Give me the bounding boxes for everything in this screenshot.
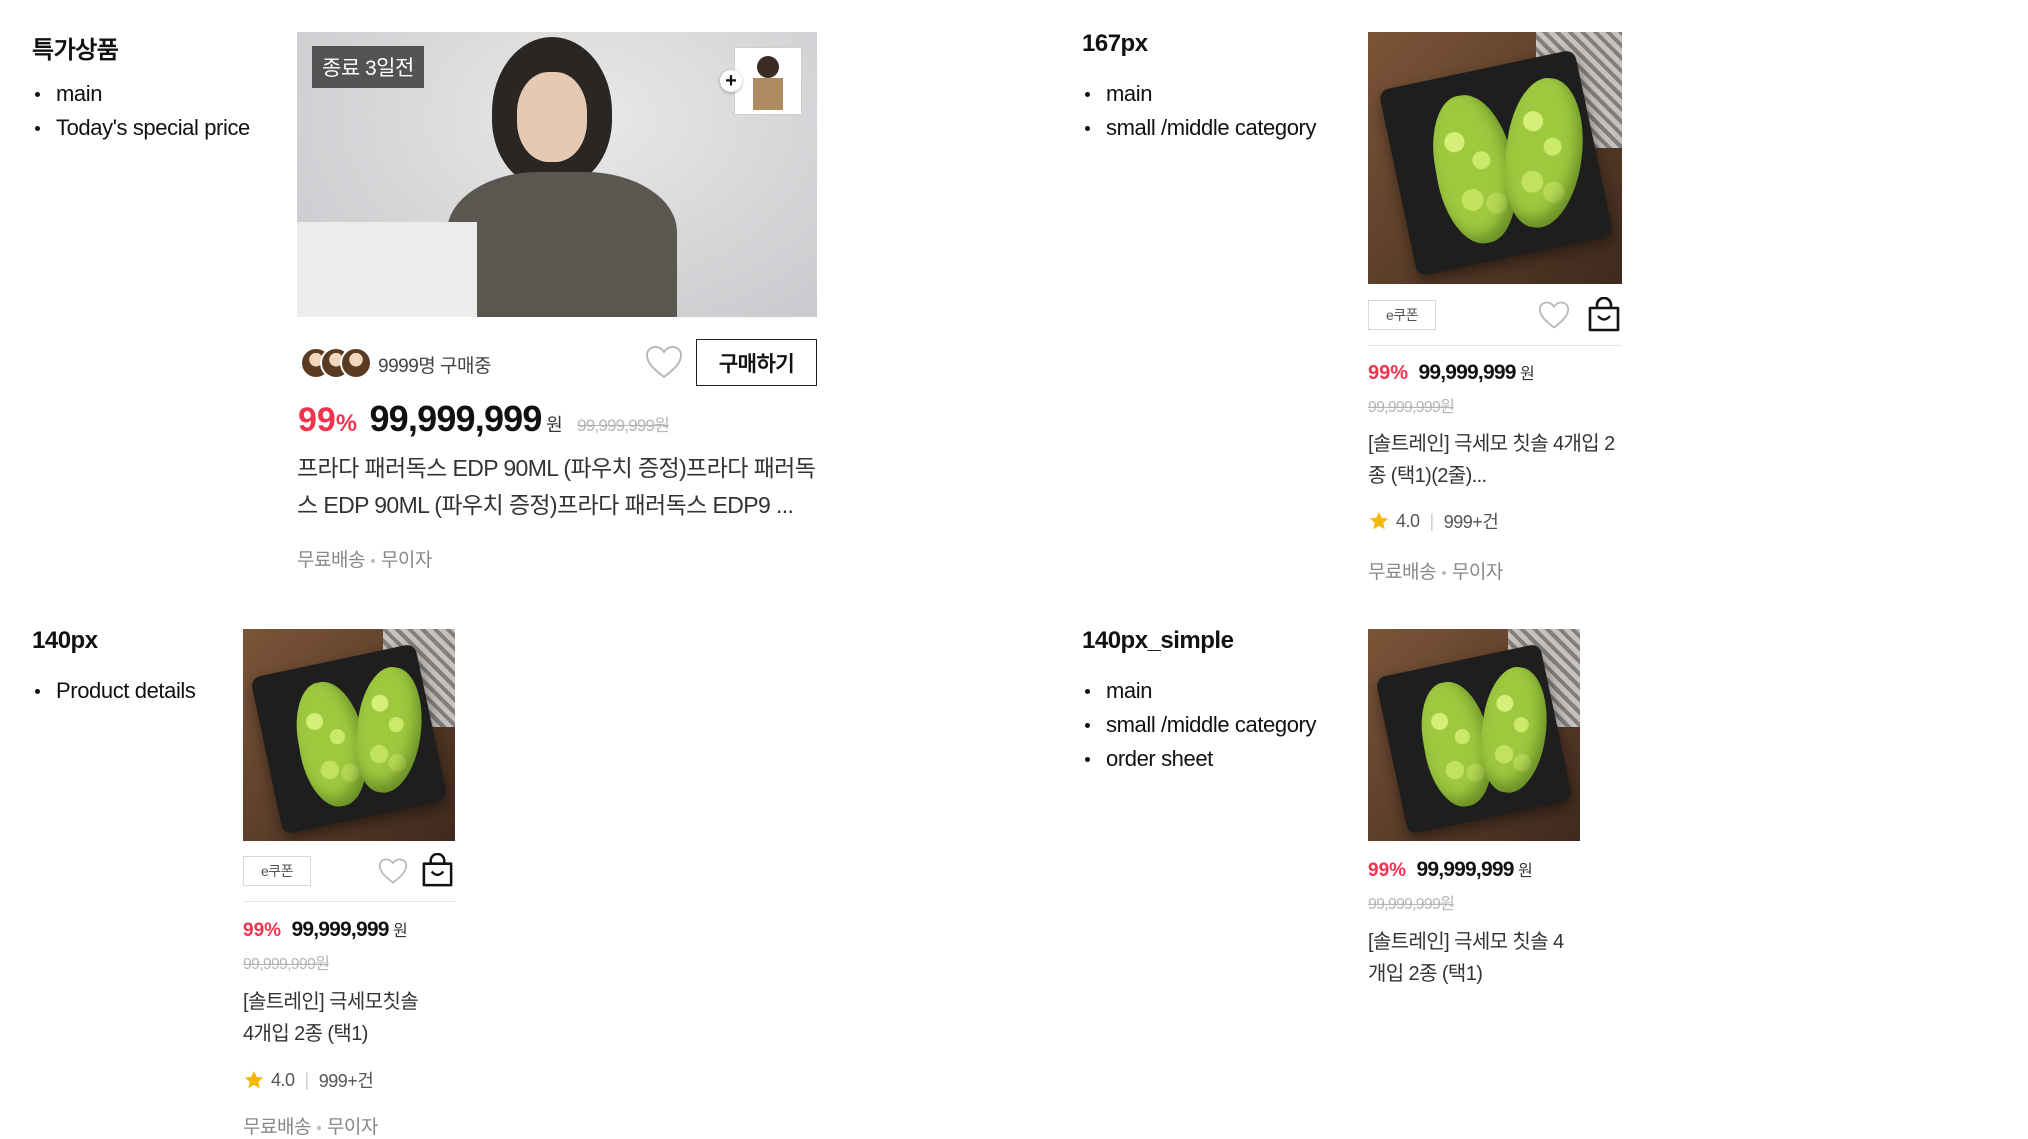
discount-unit: %	[335, 410, 357, 437]
section-title-140px-simple: 140px_simple	[1082, 627, 1234, 654]
currency-unit: 원	[1520, 366, 1535, 383]
section-title-167px: 167px	[1082, 30, 1148, 57]
free-shipping-label: 무료배송	[1368, 562, 1436, 583]
bullet-item: Today's special price	[32, 111, 250, 145]
section-title-special: 특가상품	[32, 37, 119, 64]
price-row: 99% 99,999,999 원	[1368, 360, 1535, 385]
sale-price: 99,999,999	[291, 918, 389, 941]
timer-badge: 종료 3일전	[312, 46, 424, 88]
free-shipping-label: 무료배송	[243, 1117, 311, 1138]
heart-icon[interactable]	[377, 857, 409, 885]
section-bullets-140px-simple: main small /middle category order sheet	[1082, 674, 1316, 776]
product-image[interactable]	[243, 629, 455, 841]
discount-rate: 99%	[298, 401, 357, 439]
installment-label: 무이자	[326, 1117, 378, 1138]
currency-unit: 원	[546, 415, 563, 435]
delivery-info: 무료배송 무이자	[243, 1112, 378, 1139]
thumb-figure-head	[757, 56, 779, 78]
product-name[interactable]: 프라다 패러독스 EDP 90ML (파우치 증정)프라다 패러독스 EDP 9…	[297, 450, 817, 524]
section-bullets-167px: main small /middle category	[1082, 77, 1316, 145]
plus-icon[interactable]: +	[720, 70, 742, 92]
separator: |	[304, 1069, 310, 1090]
original-price: 99,999,999원	[243, 956, 330, 973]
discount-rate: 99%	[243, 920, 282, 941]
product-image[interactable]	[1368, 32, 1622, 284]
avatar	[340, 347, 372, 379]
product-name[interactable]: [솔트레인] 극세모 칫솔 4개입 2종 (택1)(2줄)...	[1368, 428, 1622, 492]
separator: |	[1429, 510, 1435, 531]
original-price: 99,999,999원	[1368, 399, 1455, 416]
divider-line	[1368, 345, 1622, 346]
cart-icon[interactable]	[1586, 297, 1622, 333]
divider-line	[243, 901, 455, 902]
discount-value: 99	[298, 401, 336, 439]
thumb-figure-body	[753, 78, 783, 110]
discount-rate: 99%	[1368, 860, 1407, 881]
related-thumbnail[interactable]	[734, 47, 802, 115]
product-name[interactable]: [솔트레인] 극세모 칫솔 4 개입 2종 (택1)	[1368, 926, 1580, 990]
delivery-info: 무료배송 무이자	[297, 545, 432, 572]
product-image[interactable]	[1368, 629, 1580, 841]
section-title-140px: 140px	[32, 627, 98, 654]
original-price: 99,999,999원	[577, 416, 670, 435]
review-count: 999+건	[1443, 512, 1499, 532]
rating-score: 4.0	[271, 1069, 295, 1090]
model-shirt-shape	[447, 172, 677, 317]
section-bullets-special: main Today's special price	[32, 77, 250, 145]
cart-icon[interactable]	[420, 853, 455, 888]
price-row: 99% 99,999,999 원	[1368, 857, 1533, 882]
product-name-line: [솔트레인] 극세모 칫솔 4	[1368, 931, 1564, 953]
free-shipping-label: 무료배송	[297, 550, 365, 571]
section-bullets-140px: Product details	[32, 674, 196, 708]
star-icon	[244, 1070, 264, 1089]
original-price: 99,999,999원	[1368, 896, 1455, 913]
rating-row: 4.0 | 999+건	[1368, 508, 1499, 534]
discount-rate: 99%	[1368, 362, 1409, 384]
installment-label: 무이자	[380, 550, 432, 571]
product-name-line: 4개입 2종 (택1)	[243, 1023, 368, 1045]
rating-row: 4.0 | 999+건	[243, 1067, 374, 1093]
price-row: 99% 99,999,999 원	[243, 917, 408, 942]
delivery-info: 무료배송 무이자	[1368, 557, 1503, 584]
buyers-count: 9999명 구매중	[378, 356, 491, 377]
bullet-item: main	[32, 77, 250, 111]
bullet-item: order sheet	[1082, 742, 1316, 776]
special-price-row: 99% 99,999,999 원 99,999,999원	[298, 398, 670, 440]
separator-dot	[316, 1125, 321, 1130]
product-name-line: 개입 2종 (택1)	[1368, 963, 1483, 985]
model-face-shape	[517, 72, 587, 162]
sofa-shape	[297, 222, 477, 317]
buy-button[interactable]: 구매하기	[696, 339, 817, 386]
installment-label: 무이자	[1451, 562, 1503, 583]
separator-dot	[1441, 570, 1446, 575]
star-icon	[1369, 511, 1389, 530]
review-count: 999+건	[318, 1071, 374, 1091]
currency-unit: 원	[1518, 863, 1533, 880]
currency-unit: 원	[393, 923, 408, 940]
bullet-item: small /middle category	[1082, 111, 1316, 145]
special-product-card[interactable]: 종료 3일전 +	[297, 32, 817, 317]
bullet-item: small /middle category	[1082, 708, 1316, 742]
product-name-line: [솔트레인] 극세모칫솔	[243, 991, 419, 1013]
sale-price: 99,999,999	[1418, 361, 1516, 384]
coupon-badge: e쿠폰	[243, 856, 311, 886]
heart-icon[interactable]	[1537, 300, 1571, 330]
bullet-item: main	[1082, 674, 1316, 708]
heart-icon[interactable]	[644, 344, 684, 380]
separator-dot	[370, 558, 375, 563]
sale-price: 99,999,999	[369, 398, 542, 439]
rating-score: 4.0	[1396, 510, 1420, 531]
coupon-badge: e쿠폰	[1368, 300, 1436, 330]
bullet-item: main	[1082, 77, 1316, 111]
sale-price: 99,999,999	[1416, 858, 1514, 881]
buyer-avatars	[300, 347, 372, 384]
bullet-item: Product details	[32, 674, 196, 708]
product-name[interactable]: [솔트레인] 극세모칫솔 4개입 2종 (택1)	[243, 986, 455, 1050]
